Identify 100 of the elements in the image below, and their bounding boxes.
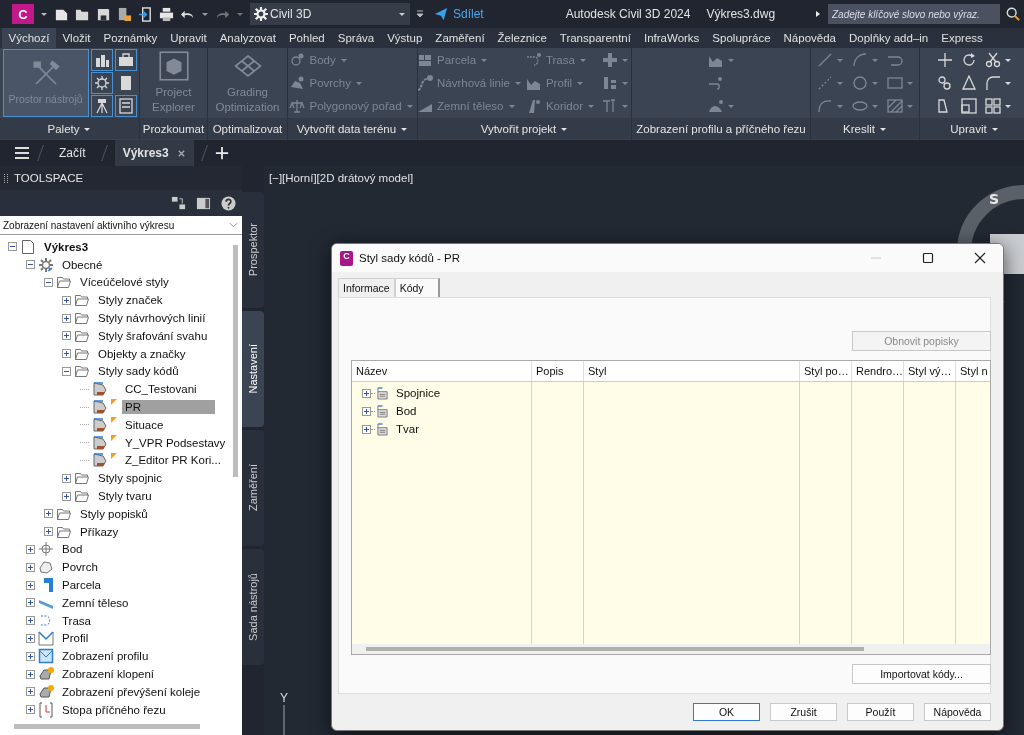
dialog-button[interactable]: Zrušit <box>770 703 837 721</box>
print-icon[interactable] <box>159 6 174 22</box>
search-icon[interactable] <box>1006 7 1020 21</box>
dialog-tab[interactable]: Informace <box>338 278 395 297</box>
tree-item[interactable]: Trasa <box>59 613 94 628</box>
app-logo[interactable]: C <box>12 4 34 24</box>
ribbon-tab[interactable]: InfraWorks <box>637 28 706 48</box>
ribbon-tab[interactable]: Vložit <box>55 28 98 48</box>
customize-icon[interactable] <box>416 10 424 18</box>
expand-toggle-icon[interactable] <box>26 580 35 590</box>
expand-toggle-icon[interactable] <box>62 295 71 305</box>
import-icon[interactable] <box>138 6 153 22</box>
ribbon-tab[interactable]: Nápověda <box>777 28 843 48</box>
expand-toggle-icon[interactable] <box>62 366 71 376</box>
tree-item[interactable]: Styly tvaru <box>95 489 155 504</box>
dialog-tab[interactable]: Kódy <box>394 278 440 297</box>
tree-item[interactable]: PR <box>122 400 215 415</box>
new-tab-icon[interactable] <box>214 146 229 160</box>
tree-item[interactable]: Zemní těleso <box>59 595 132 610</box>
tool-button[interactable] <box>90 95 113 117</box>
expand-toggle-icon[interactable] <box>62 491 71 501</box>
panel-title[interactable]: Optimalizovat <box>208 118 287 139</box>
expand-toggle-icon[interactable] <box>26 544 35 554</box>
ribbon-tab[interactable]: Zaměření <box>428 28 492 48</box>
tree-item[interactable]: Styly sady kódů <box>95 364 182 379</box>
side-tab[interactable]: Sada nástrojů <box>242 549 264 665</box>
table-cell[interactable]: Spojnice <box>396 387 441 399</box>
tree-item[interactable]: Obecné <box>59 257 106 272</box>
panel-title[interactable]: Vytvořit projekt <box>418 118 631 139</box>
ribbon-tab[interactable]: Výchozí <box>2 28 56 48</box>
expand-toggle-icon[interactable] <box>62 313 71 323</box>
tool-button[interactable] <box>90 49 113 71</box>
expand-toggle-icon[interactable] <box>44 527 53 537</box>
column-header[interactable]: Styl n <box>956 361 990 381</box>
expand-toggle-icon[interactable] <box>26 260 35 270</box>
expand-toggle-icon[interactable] <box>26 687 35 697</box>
caret-icon[interactable] <box>40 10 48 18</box>
import-codes-button[interactable]: Importovat kódy... <box>852 664 991 684</box>
side-tab[interactable]: Prospektor <box>242 192 264 308</box>
expand-toggle-icon[interactable] <box>62 473 71 483</box>
tree-item[interactable]: Profil <box>59 631 92 646</box>
expand-toggle-icon[interactable] <box>62 349 71 359</box>
expand-toggle-icon[interactable] <box>26 651 35 661</box>
expand-toggle-icon[interactable] <box>26 633 35 643</box>
tree-item[interactable]: Zobrazení klopení <box>59 667 158 681</box>
tree-item[interactable]: Výkres3 <box>41 239 92 254</box>
tree-item[interactable]: Povrch <box>59 560 101 575</box>
expand-toggle-icon[interactable] <box>8 242 17 252</box>
expand-toggle-icon[interactable] <box>44 278 53 287</box>
ribbon-tab[interactable]: Výstup <box>380 28 429 48</box>
tree-item[interactable]: Objekty a značky <box>95 346 189 361</box>
side-tab[interactable]: Nastavení <box>242 311 264 427</box>
help-icon[interactable] <box>221 195 236 211</box>
expand-toggle-icon[interactable] <box>26 669 35 679</box>
document-tab[interactable]: Výkres3 <box>114 140 194 166</box>
side-tab[interactable]: Zaměření <box>242 430 264 546</box>
table-cell[interactable]: Tvar <box>396 423 419 435</box>
list-view-icon[interactable] <box>196 195 211 211</box>
ribbon-tab[interactable]: Pohled <box>282 28 332 48</box>
column-header[interactable]: Popis <box>532 361 584 381</box>
view-dropdown[interactable]: Zobrazení nastavení aktivního výkresu <box>0 216 242 235</box>
column-header[interactable]: Rendro… <box>852 361 904 381</box>
save-as-icon[interactable] <box>117 6 132 22</box>
tool-button[interactable] <box>114 49 137 71</box>
tree-toggle-icon[interactable] <box>171 195 186 211</box>
save-icon[interactable] <box>96 6 111 22</box>
scrollbar[interactable] <box>0 720 242 735</box>
expand-arrow-icon[interactable] <box>814 10 822 18</box>
tree-item[interactable]: Styly spojnic <box>95 471 165 486</box>
column-header[interactable]: Styl <box>584 361 800 381</box>
expand-toggle-icon[interactable] <box>26 616 35 626</box>
panel-title[interactable]: Zobrazení profilu a příčného řezu <box>632 118 810 139</box>
column-header[interactable]: Styl po… <box>800 361 852 381</box>
viewport-controls[interactable]: [−][Horní][2D drátový model] <box>269 172 414 184</box>
ribbon-tab[interactable]: Poznámky <box>97 28 164 48</box>
ribbon-tab[interactable]: Upravit <box>163 28 214 48</box>
expand-toggle-icon[interactable] <box>362 388 371 398</box>
tree-item[interactable]: Parcela <box>59 578 104 593</box>
panel-title[interactable]: Palety <box>0 118 139 139</box>
caret-icon[interactable] <box>236 10 244 18</box>
expand-toggle-icon[interactable] <box>26 562 35 572</box>
tree-item[interactable]: Víceúčelové styly <box>77 275 172 290</box>
panel-title[interactable]: Kreslit <box>811 118 919 139</box>
dialog-button[interactable]: OK <box>693 703 760 721</box>
expand-toggle-icon[interactable] <box>362 424 371 434</box>
column-header[interactable]: Název <box>352 361 532 381</box>
expand-toggle-icon[interactable] <box>26 598 35 608</box>
tree-item[interactable]: Styly značek <box>95 293 166 308</box>
tree-item[interactable]: Zobrazení profilu <box>59 649 152 664</box>
tool-button[interactable] <box>958 95 980 117</box>
tree-item[interactable]: Bod <box>59 542 86 557</box>
tree-item[interactable]: CC_Testovani <box>122 382 200 397</box>
tree-item[interactable]: Příkazy <box>77 524 122 539</box>
tool-button[interactable] <box>114 95 137 117</box>
ribbon-tab[interactable]: Analyzovat <box>213 28 283 48</box>
tool-button[interactable] <box>90 72 113 94</box>
tree-item[interactable]: Zobrazení převýšení koleje <box>59 684 204 699</box>
workspace-dropdown[interactable]: Civil 3D <box>250 3 410 25</box>
ribbon-tab[interactable]: Železnice <box>491 28 554 48</box>
search-field[interactable]: Zadejte klíčové slovo nebo výraz. <box>828 4 1000 24</box>
